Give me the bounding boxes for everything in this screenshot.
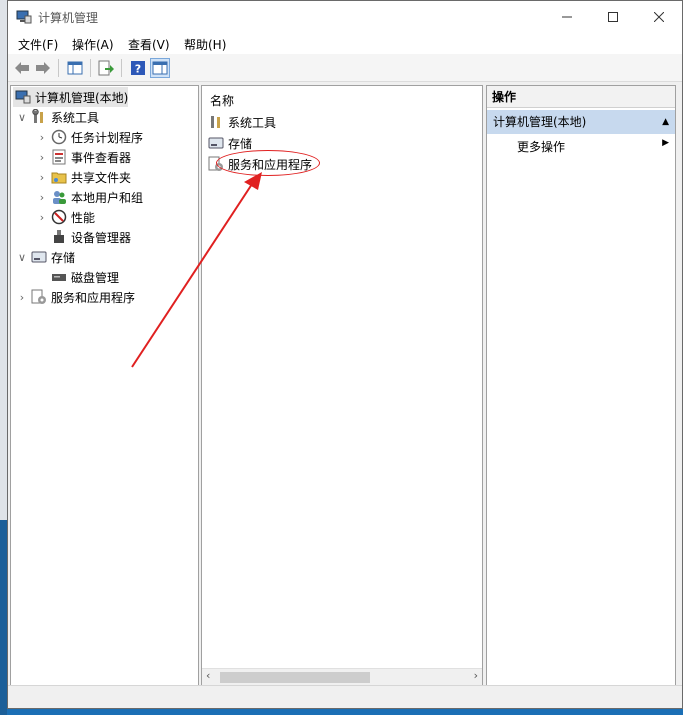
annotation-arrow <box>131 172 262 368</box>
